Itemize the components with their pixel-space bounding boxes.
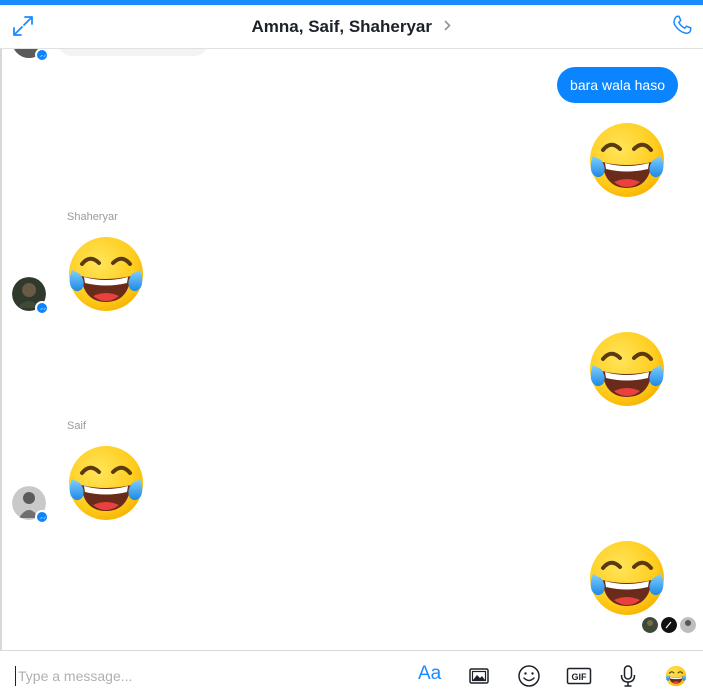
messenger-badge-icon [35, 510, 49, 524]
laughing-emoji-icon[interactable] [587, 538, 667, 618]
read-receipt-avatar [661, 617, 677, 633]
chevron-right-icon[interactable] [444, 18, 452, 36]
avatar[interactable] [12, 486, 49, 524]
sender-name: Shaheryar [67, 211, 118, 223]
sender-name: Saif [67, 420, 86, 432]
text-style-icon[interactable]: Aa [418, 663, 444, 687]
image-icon[interactable] [468, 664, 490, 688]
conversation-title-wrap[interactable]: Amna, Saif, Shaheryar [0, 17, 703, 37]
laughing-emoji-icon[interactable] [587, 329, 667, 409]
conversation-title[interactable]: Amna, Saif, Shaheryar [252, 17, 432, 36]
message-input[interactable] [18, 664, 318, 688]
emoji-icon[interactable] [517, 664, 541, 688]
messenger-badge-icon [35, 48, 49, 62]
chat-header: Amna, Saif, Shaheryar [0, 5, 703, 49]
read-receipt-avatar [680, 617, 696, 633]
laughing-emoji-icon[interactable] [66, 234, 146, 314]
message-composer: Aa GIF [0, 650, 703, 700]
gif-label: GIF [572, 672, 588, 682]
laugh-emoji-icon[interactable] [665, 665, 687, 689]
microphone-icon[interactable] [618, 664, 638, 688]
phone-icon[interactable] [670, 13, 694, 37]
laughing-emoji-icon[interactable] [587, 120, 667, 200]
messenger-badge-icon [35, 301, 49, 315]
outgoing-message[interactable]: bara wala haso [557, 67, 678, 103]
window-left-border [0, 48, 2, 650]
laughing-emoji-icon[interactable] [66, 443, 146, 523]
gif-icon[interactable]: GIF [566, 664, 592, 688]
read-receipt-avatar [642, 617, 658, 633]
avatar[interactable] [12, 277, 49, 315]
text-caret [15, 666, 16, 686]
